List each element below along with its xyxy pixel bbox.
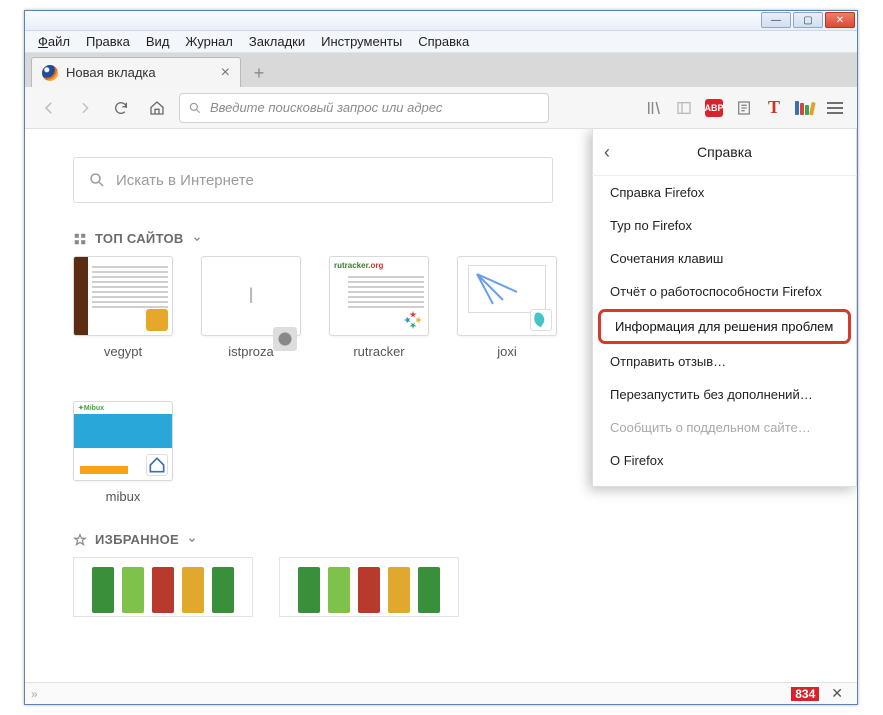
reader-icon	[736, 100, 752, 116]
chevron-down-icon	[192, 234, 202, 244]
window-controls: — ▢ ✕	[761, 12, 855, 28]
grid-icon	[73, 232, 87, 246]
submenu-title: Справка	[697, 144, 752, 160]
search-icon	[188, 101, 202, 115]
sidebar-icon	[676, 100, 692, 116]
titlebar: — ▢ ✕	[25, 11, 857, 31]
tab-title: Новая вкладка	[66, 65, 156, 80]
newtab-content: Искать в Интернете ТОП САЙТОВ vegypt I i…	[25, 129, 857, 682]
minimize-button[interactable]: —	[761, 12, 791, 28]
highlight-card[interactable]	[73, 557, 253, 617]
statusbar-counter: 834	[791, 687, 819, 701]
tile-mibux[interactable]: ✦Mibux mibux	[73, 401, 173, 504]
top-sites-label: ТОП САЙТОВ	[95, 231, 184, 246]
help-submenu: ‹ Справка Справка Firefox Тур по Firefox…	[592, 129, 857, 487]
close-button[interactable]: ✕	[825, 12, 855, 28]
chevron-down-icon	[187, 535, 197, 545]
site-badge-icon	[146, 454, 168, 476]
help-restart-noaddons[interactable]: Перезапустить без дополнений…	[592, 378, 857, 411]
menu-bookmarks[interactable]: Закладки	[242, 32, 312, 51]
firefox-window: — ▢ ✕ Файл Правка Вид Журнал Закладки Ин…	[24, 10, 858, 705]
tile-vegypt[interactable]: vegypt	[73, 256, 173, 383]
tile-label: mibux	[73, 489, 173, 504]
menu-file-label: айл	[48, 34, 70, 49]
search-box[interactable]: Искать в Интернете	[73, 157, 553, 203]
books-icon	[795, 101, 813, 115]
search-placeholder: Искать в Интернете	[116, 172, 254, 189]
tab-newtab[interactable]: Новая вкладка ×	[31, 57, 241, 87]
tile-label: vegypt	[73, 344, 173, 359]
statusbar-expand-icon[interactable]: »	[31, 687, 38, 701]
menu-button[interactable]	[823, 96, 847, 120]
arrow-right-icon	[77, 100, 93, 116]
menu-history[interactable]: Журнал	[178, 32, 239, 51]
tile-label: joxi	[457, 344, 557, 359]
reload-button[interactable]	[107, 94, 135, 122]
thumbnail: I	[201, 256, 301, 336]
address-bar[interactable]: Введите поисковый запрос или адрес	[179, 93, 549, 123]
forward-button[interactable]	[71, 94, 99, 122]
help-troubleshooting[interactable]: Информация для решения проблем	[598, 309, 851, 344]
extension-t-button[interactable]: T	[763, 97, 785, 119]
star-icon	[73, 533, 87, 547]
help-tour[interactable]: Тур по Firefox	[592, 209, 857, 242]
help-shortcuts[interactable]: Сочетания клавиш	[592, 242, 857, 275]
arrow-left-icon	[40, 99, 58, 117]
menu-help[interactable]: Справка	[411, 32, 476, 51]
library-icon	[645, 99, 663, 117]
menu-tools[interactable]: Инструменты	[314, 32, 409, 51]
menu-view[interactable]: Вид	[139, 32, 177, 51]
statusbar-close-icon[interactable]: ✕	[831, 685, 843, 702]
adblock-button[interactable]: ABP	[703, 97, 725, 119]
address-placeholder: Введите поисковый запрос или адрес	[210, 100, 442, 115]
tile-istproza[interactable]: I istproza	[201, 256, 301, 383]
submenu-header: ‹ Справка	[592, 129, 857, 176]
home-button[interactable]	[143, 94, 171, 122]
firefox-icon	[42, 65, 58, 81]
thumbnail: ✦Mibux	[73, 401, 173, 481]
reader-button[interactable]	[733, 97, 755, 119]
site-badge-icon	[146, 309, 168, 331]
reload-icon	[113, 100, 129, 116]
thumbnail	[457, 256, 557, 336]
new-tab-button[interactable]: +	[245, 59, 273, 87]
thumbnail: rutracker.org	[329, 256, 429, 336]
abp-icon: ABP	[705, 99, 723, 117]
menu-bar: Файл Правка Вид Журнал Закладки Инструме…	[25, 31, 857, 53]
home-icon	[149, 100, 165, 116]
help-firefox-help[interactable]: Справка Firefox	[592, 176, 857, 209]
tab-close-icon[interactable]: ×	[221, 64, 230, 82]
nav-toolbar: Введите поисковый запрос или адрес ABP T	[25, 87, 857, 129]
maximize-button[interactable]: ▢	[793, 12, 823, 28]
extension-books-button[interactable]	[793, 97, 815, 119]
site-badge-icon	[273, 327, 297, 351]
help-report-deceptive: Сообщить о поддельном сайте…	[592, 411, 857, 444]
search-icon	[88, 171, 106, 189]
library-button[interactable]	[643, 97, 665, 119]
tile-rutracker[interactable]: rutracker.org rutracker	[329, 256, 429, 383]
back-button[interactable]	[35, 94, 63, 122]
tile-joxi[interactable]: joxi	[457, 256, 557, 383]
tab-bar: Новая вкладка × +	[25, 53, 857, 87]
highlights-row	[73, 557, 837, 617]
highlights-header[interactable]: ИЗБРАННОЕ	[73, 532, 837, 547]
help-feedback[interactable]: Отправить отзыв…	[592, 345, 857, 378]
menu-file[interactable]: Файл	[31, 32, 77, 51]
help-about[interactable]: О Firefox	[592, 444, 857, 477]
site-badge-icon	[530, 309, 552, 331]
tile-label: rutracker	[329, 344, 429, 359]
site-badge-icon	[402, 309, 424, 331]
back-icon[interactable]: ‹	[604, 142, 610, 163]
menu-edit[interactable]: Правка	[79, 32, 137, 51]
help-healthreport[interactable]: Отчёт о работоспособности Firefox	[592, 275, 857, 308]
highlight-card[interactable]	[279, 557, 459, 617]
highlights-label: ИЗБРАННОЕ	[95, 532, 179, 547]
status-bar: » 834 ✕	[25, 682, 857, 704]
sidebar-button[interactable]	[673, 97, 695, 119]
thumbnail	[73, 256, 173, 336]
